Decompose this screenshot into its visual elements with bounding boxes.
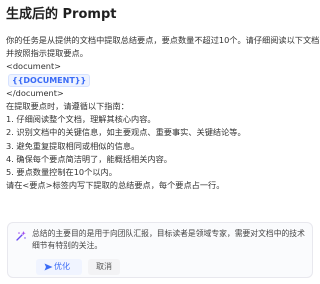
document-open-tag: <document>: [6, 61, 62, 72]
generated-prompt: 你的任务是从提供的文档中提取总结要点，要点数量不超过10个。请仔细阅读以下文档，…: [6, 34, 320, 192]
optimize-suggestion-text[interactable]: 总结的主要目的是用于向团队汇报，目标读者是领域专家，需要对文档中的技术细节有特别…: [32, 228, 308, 252]
instruction-step: 1. 仔细阅读整个文档，理解其核心内容。: [6, 114, 156, 125]
prompt-intro-line: 并按照指示提取要点。: [6, 48, 88, 59]
optimize-panel: 总结的主要目的是用于向团队汇报，目标读者是领域专家，需要对文档中的技术细节有特别…: [7, 222, 313, 278]
sparkle-icon: [16, 231, 26, 241]
instruction-step: 3. 避免重复提取相同或相似的信息。: [6, 140, 140, 151]
instruction-header: 在提取要点时，请遵循以下指南：: [6, 100, 129, 111]
page-title: 生成后的 Prompt: [6, 7, 117, 22]
instruction-step: 4. 确保每个要点简洁明了，能概括相关内容。: [6, 153, 172, 164]
instruction-step: 2. 识别文档中的关键信息，如主要观点、重要事实、关键结论等。: [6, 127, 246, 138]
optimize-button-label: 优化: [54, 262, 70, 271]
document-variable-row: {{DOCUMENT}}: [6, 73, 312, 87]
cancel-button[interactable]: 取消: [88, 259, 120, 275]
output-instruction: 请在<要点>标签内写下提取的总结要点，每个要点占一行。: [6, 180, 225, 191]
prompt-intro-line: 你的任务是从提供的文档中提取总结要点，要点数量不超过10个。请仔细阅读以下文档，: [6, 35, 320, 45]
optimize-button[interactable]: 优化: [36, 259, 82, 275]
document-close-tag: </document>: [6, 87, 64, 98]
document-variable-chip[interactable]: {{DOCUMENT}}: [8, 73, 91, 87]
send-icon: [44, 263, 53, 271]
instruction-step: 5. 要点数量控制在10个以内。: [6, 166, 117, 177]
